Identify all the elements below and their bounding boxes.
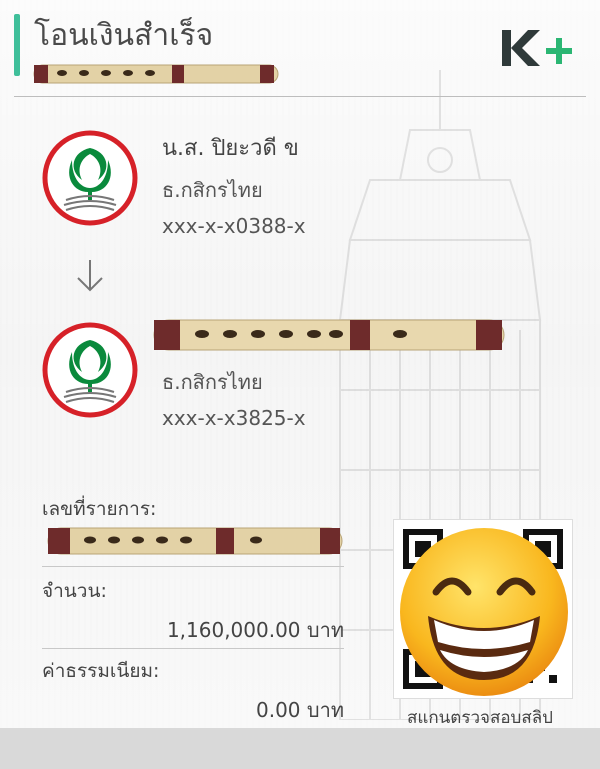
qr-caption: สแกนตรวจสอบสลิป	[407, 708, 553, 728]
row-divider	[42, 566, 344, 567]
fee-value: 0.00 บาท	[256, 698, 344, 722]
receiver-bank-logo-icon	[42, 322, 138, 418]
kplus-logo-icon	[502, 30, 572, 66]
receiver-bank: ธ.กสิกรไทย	[162, 370, 263, 394]
flute-overlay	[47, 527, 343, 555]
page-title: โอนเงินสำเร็จ	[34, 18, 214, 53]
sender-account: xxx-x-x0388-x	[162, 214, 306, 238]
row-divider	[42, 648, 344, 649]
amount-value: 1,160,000.00 บาท	[166, 618, 344, 642]
fee-label: ค่าธรรมเนียม:	[42, 660, 160, 682]
amount-label: จำนวน:	[42, 580, 107, 602]
sender-bank-logo-icon	[42, 130, 138, 226]
receiver-account: xxx-x-x3825-x	[162, 406, 306, 430]
footer-bar	[0, 728, 600, 769]
flute-overlay	[153, 319, 505, 351]
header-divider	[14, 96, 586, 97]
sender-name: น.ส. ปิยะวดี ข	[162, 136, 299, 161]
title-accent-bar	[14, 14, 20, 76]
grinning-face-emoji-icon	[400, 528, 568, 696]
sender-bank: ธ.กสิกรไทย	[162, 178, 263, 202]
transfer-arrow-icon	[77, 260, 103, 292]
ref-label: เลขที่รายการ:	[42, 498, 157, 520]
flute-overlay	[33, 64, 279, 84]
